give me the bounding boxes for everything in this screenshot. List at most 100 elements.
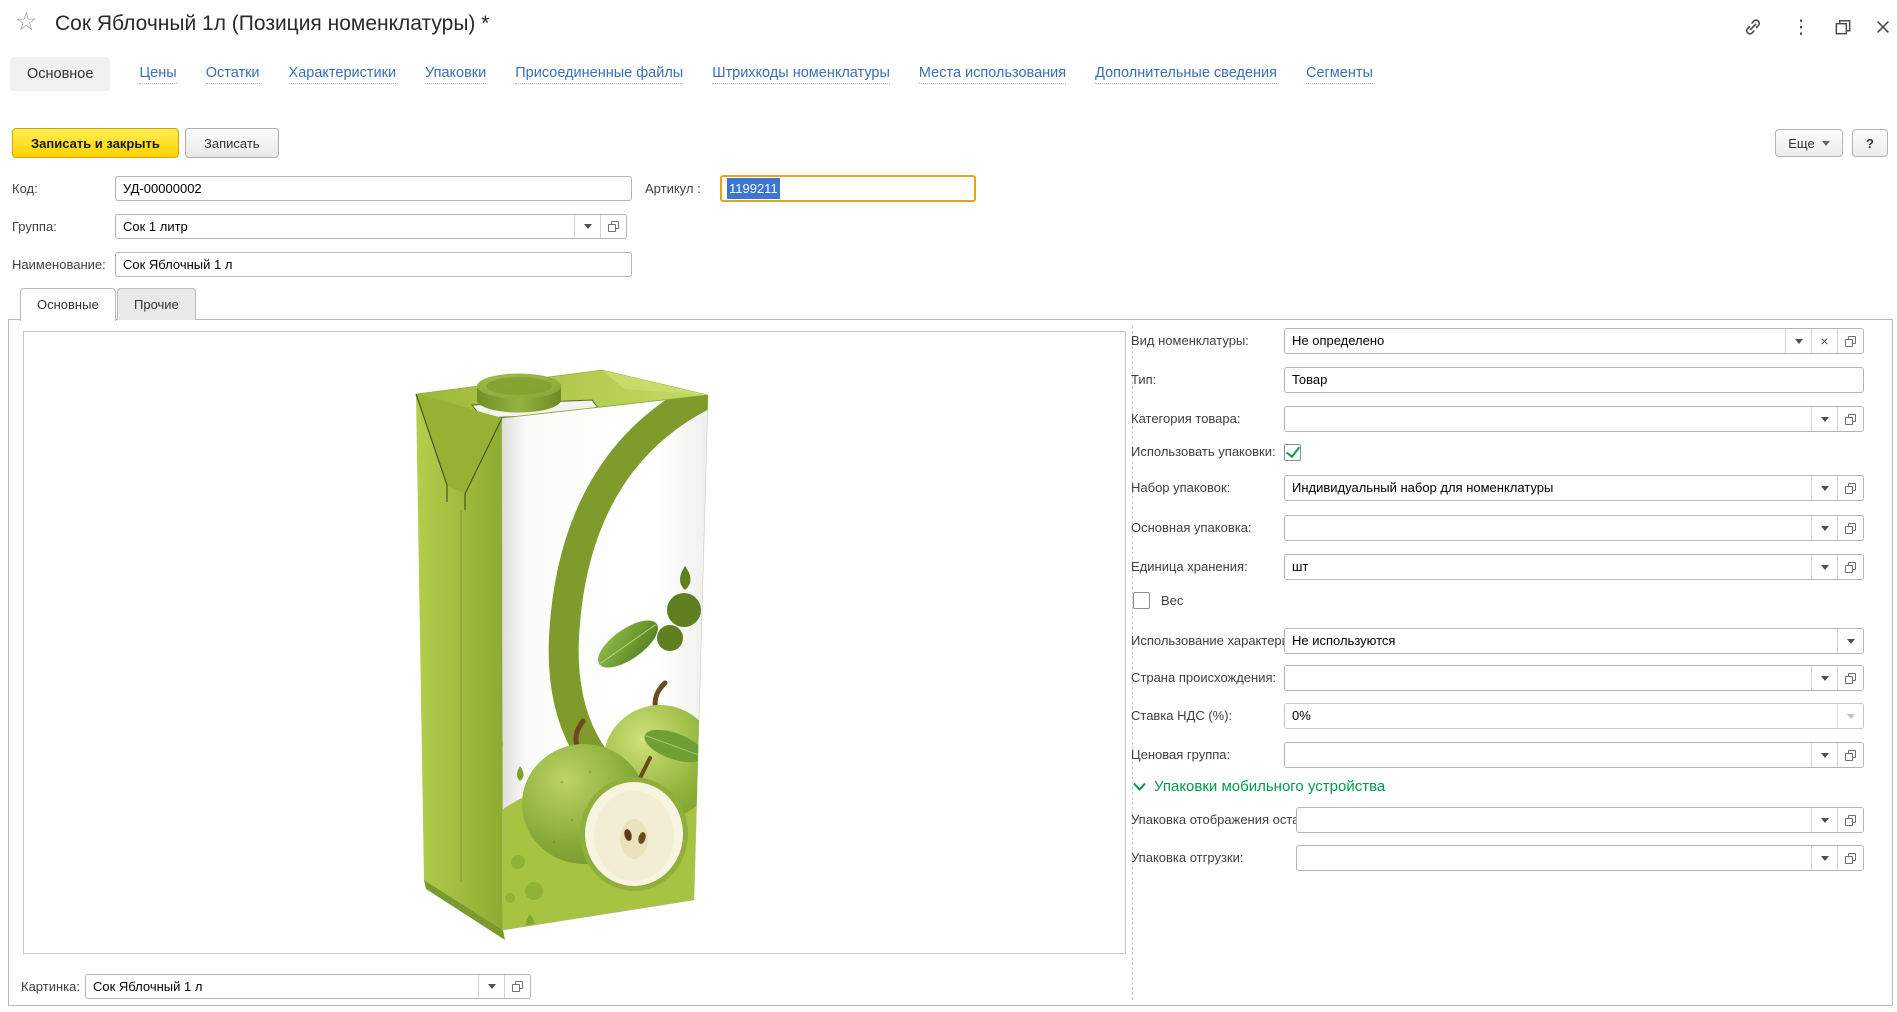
- picture-combo[interactable]: Сок Яблочный 1 л: [85, 974, 531, 999]
- nav-link-stock[interactable]: Остатки: [206, 65, 260, 84]
- chevron-down-icon: [1847, 714, 1855, 719]
- package-set-combo[interactable]: Индивидуальный набор для номенклатуры: [1284, 475, 1864, 501]
- code-input[interactable]: УД-00000002: [115, 176, 632, 201]
- vat-value: 0%: [1285, 704, 1837, 728]
- item-picture-field[interactable]: [23, 331, 1126, 954]
- chevron-down-icon: [1821, 417, 1829, 422]
- kind-clear-button[interactable]: ×: [1811, 329, 1837, 353]
- mobile-packages-section-title: Упаковки мобильного устройства: [1154, 778, 1385, 795]
- display-package-combo[interactable]: [1296, 807, 1864, 833]
- storage-unit-open-button[interactable]: [1837, 555, 1863, 579]
- nav-bar: Основное Цены Остатки Характеристики Упа…: [10, 55, 1373, 93]
- name-input[interactable]: Сок Яблочный 1 л: [115, 252, 632, 277]
- main-package-value: [1285, 516, 1811, 540]
- group-label: Группа:: [12, 214, 57, 239]
- category-combo[interactable]: [1284, 406, 1864, 432]
- kind-value: Не определено: [1285, 329, 1785, 353]
- shipment-package-combo[interactable]: [1296, 845, 1864, 871]
- type-label: Тип:: [1131, 367, 1156, 393]
- vat-dropdown-button-disabled: [1837, 704, 1863, 728]
- nav-link-barcodes[interactable]: Штрихкоды номенклатуры: [712, 65, 890, 84]
- help-button[interactable]: ?: [1852, 129, 1888, 157]
- chevron-down-icon: [1821, 486, 1829, 491]
- nav-link-additional-info[interactable]: Дополнительные сведения: [1095, 65, 1277, 84]
- country-dropdown-button[interactable]: [1811, 666, 1837, 690]
- price-group-open-button[interactable]: [1837, 743, 1863, 767]
- characteristics-combo[interactable]: Не используются: [1284, 628, 1864, 654]
- display-package-dropdown-button[interactable]: [1811, 808, 1837, 832]
- category-open-button[interactable]: [1837, 407, 1863, 431]
- category-dropdown-button[interactable]: [1811, 407, 1837, 431]
- open-in-form-icon: [1845, 815, 1856, 826]
- more-actions-button[interactable]: Еще: [1775, 129, 1843, 157]
- chevron-down-icon: [1821, 676, 1829, 681]
- nav-link-attached-files[interactable]: Присоединенные файлы: [515, 65, 683, 84]
- chevron-down-icon: [1821, 818, 1829, 823]
- display-package-open-button[interactable]: [1837, 808, 1863, 832]
- weight-checkbox[interactable]: [1133, 592, 1150, 609]
- mobile-packages-section-header[interactable]: Упаковки мобильного устройства: [1133, 778, 1385, 795]
- use-packages-label: Использовать упаковки:: [1131, 439, 1276, 465]
- price-group-dropdown-button[interactable]: [1811, 743, 1837, 767]
- chevron-down-icon: [584, 224, 592, 229]
- get-link-icon[interactable]: [1738, 13, 1768, 41]
- nav-tab-main[interactable]: Основное: [10, 57, 110, 91]
- open-in-form-icon: [1845, 853, 1856, 864]
- price-group-combo[interactable]: [1284, 742, 1864, 768]
- juice-carton-image: [322, 342, 742, 942]
- main-package-dropdown-button[interactable]: [1811, 516, 1837, 540]
- storage-unit-dropdown-button[interactable]: [1811, 555, 1837, 579]
- type-value: Товар: [1285, 368, 1863, 392]
- shipment-package-dropdown-button[interactable]: [1811, 846, 1837, 870]
- favorite-star-icon[interactable]: ☆: [15, 10, 37, 35]
- shipment-package-open-button[interactable]: [1837, 846, 1863, 870]
- main-package-combo[interactable]: [1284, 515, 1864, 541]
- nav-link-characteristics[interactable]: Характеристики: [289, 65, 397, 84]
- nav-link-packages[interactable]: Упаковки: [425, 65, 486, 84]
- storage-unit-combo[interactable]: шт: [1284, 554, 1864, 580]
- package-set-dropdown-button[interactable]: [1811, 476, 1837, 500]
- kind-dropdown-button[interactable]: [1785, 329, 1811, 353]
- save-button[interactable]: Записать: [185, 128, 279, 158]
- package-set-open-button[interactable]: [1837, 476, 1863, 500]
- nav-link-usage-places[interactable]: Места использования: [919, 65, 1066, 84]
- save-and-close-button[interactable]: Записать и закрыть: [12, 128, 179, 158]
- kind-combo[interactable]: Не определено ×: [1284, 328, 1864, 354]
- characteristics-dropdown-button[interactable]: [1837, 629, 1863, 653]
- open-in-form-icon: [1845, 562, 1856, 573]
- tab-panel-main: Вид номенклатуры: Не определено × Тип: Т…: [8, 319, 1893, 1006]
- open-in-form-icon: [1845, 750, 1856, 761]
- article-label: Артикул :: [645, 176, 701, 201]
- open-in-form-icon: [1845, 523, 1856, 534]
- clear-x-icon: ×: [1820, 334, 1828, 348]
- use-packages-checkbox[interactable]: [1284, 444, 1301, 461]
- kind-open-button[interactable]: [1837, 329, 1863, 353]
- open-in-form-icon: [1845, 673, 1856, 684]
- more-menu-icon[interactable]: ⋮: [1786, 13, 1816, 41]
- group-dropdown-button[interactable]: [574, 215, 600, 238]
- group-combo[interactable]: Сок 1 литр: [115, 214, 627, 239]
- country-combo[interactable]: [1284, 665, 1864, 691]
- chevron-down-icon: [1821, 526, 1829, 531]
- code-label: Код:: [12, 176, 38, 201]
- picture-open-button[interactable]: [504, 975, 530, 998]
- vat-combo[interactable]: 0%: [1284, 703, 1864, 729]
- chevron-down-icon: [1847, 639, 1855, 644]
- tab-other[interactable]: Прочие: [117, 288, 196, 320]
- close-icon[interactable]: [1868, 13, 1897, 41]
- open-in-form-icon: [1845, 336, 1856, 347]
- chevron-down-icon: [488, 984, 496, 989]
- type-input[interactable]: Товар: [1284, 367, 1864, 393]
- restore-window-icon[interactable]: [1828, 13, 1858, 41]
- chevron-down-icon: [1821, 753, 1829, 758]
- package-set-value: Индивидуальный набор для номенклатуры: [1285, 476, 1811, 500]
- open-in-form-icon: [1845, 414, 1856, 425]
- group-open-button[interactable]: [600, 215, 626, 238]
- nav-link-segments[interactable]: Сегменты: [1306, 65, 1373, 84]
- tab-main[interactable]: Основные: [20, 288, 116, 321]
- picture-dropdown-button[interactable]: [478, 975, 504, 998]
- main-package-open-button[interactable]: [1837, 516, 1863, 540]
- article-input[interactable]: 1199211: [720, 175, 976, 202]
- country-open-button[interactable]: [1837, 666, 1863, 690]
- nav-link-prices[interactable]: Цены: [139, 65, 176, 84]
